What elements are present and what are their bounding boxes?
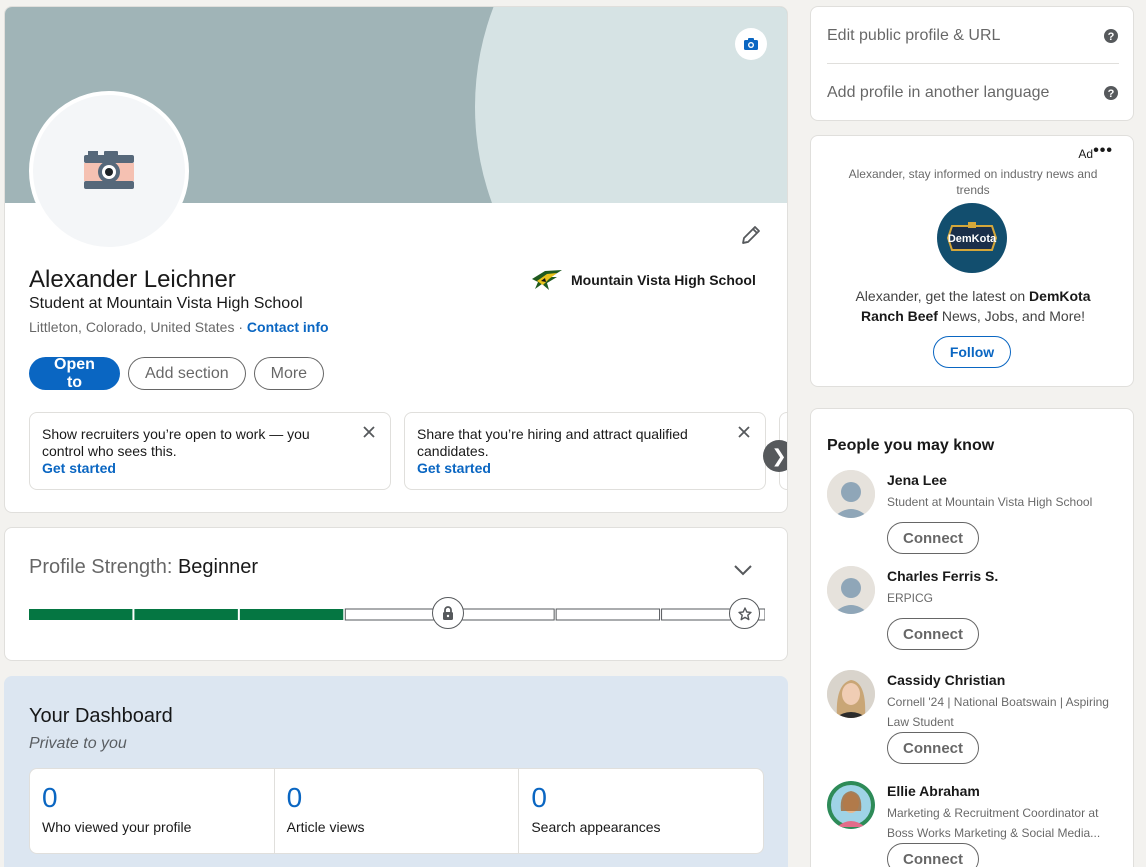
person-description: Cornell '24 | National Boatswain | Aspir…	[887, 695, 1109, 729]
connect-button[interactable]: Connect	[887, 522, 979, 554]
svg-text:?: ?	[1108, 88, 1115, 100]
help-icon[interactable]: ?	[1103, 85, 1119, 101]
dashboard-card: Your Dashboard Private to you 0 Who view…	[4, 676, 788, 867]
profile-strength-meter	[29, 608, 765, 621]
svg-text:DemKota: DemKota	[948, 233, 997, 245]
ad-body: Alexander, get the latest on DemKota Ran…	[835, 286, 1111, 326]
people-you-may-know-card: People you may know Jena Lee Student at …	[810, 408, 1134, 867]
strength-label: Profile Strength:	[29, 556, 178, 578]
strength-star-icon	[729, 598, 760, 629]
get-started-link[interactable]: Get started	[42, 460, 350, 477]
meter-segment-empty	[555, 608, 661, 621]
connect-button[interactable]: Connect	[887, 732, 979, 764]
svg-text:?: ?	[1108, 31, 1115, 43]
ad-body-tail: News, Jobs, and More!	[937, 308, 1086, 324]
add-profile-language-link[interactable]: Add profile in another language ?	[827, 65, 1119, 120]
stat-profile-views[interactable]: 0 Who viewed your profile	[30, 769, 275, 853]
edit-public-profile-link[interactable]: Edit public profile & URL ?	[827, 8, 1119, 64]
person-name[interactable]: Charles Ferris S.	[887, 568, 998, 584]
stat-value: 0	[531, 782, 547, 813]
stat-search-appearances[interactable]: 0 Search appearances	[519, 769, 763, 853]
avatar[interactable]	[827, 566, 875, 614]
stat-value: 0	[286, 782, 303, 813]
chevron-down-icon[interactable]	[733, 564, 753, 576]
contact-info-link[interactable]: Contact info	[247, 319, 329, 335]
ad-card: Ad ••• Alexander, stay informed on indus…	[810, 135, 1134, 387]
avatar[interactable]	[827, 781, 875, 829]
avatar[interactable]	[827, 470, 875, 518]
edit-intro-pencil-icon[interactable]	[739, 223, 763, 247]
meter-segment-filled	[29, 609, 133, 620]
school-logo-icon	[532, 270, 562, 290]
person-description: Student at Mountain Vista High School	[887, 495, 1093, 509]
dashboard-subtitle: Private to you	[29, 735, 127, 752]
ad-label: Ad	[1078, 147, 1093, 161]
follow-button[interactable]: Follow	[933, 336, 1011, 368]
ad-menu-icon[interactable]: •••	[1093, 142, 1113, 160]
prompt-text-lead: Share that you’re hiring	[417, 426, 562, 442]
profile-strength-title: Profile Strength: Beginner	[29, 556, 258, 579]
profile-strength-card: Profile Strength: Beginner	[4, 527, 788, 661]
open-to-button[interactable]: Open to	[29, 356, 120, 391]
person-item: Cassidy Christian Cornell '24 | National…	[827, 670, 1119, 770]
profile-location-line: Littleton, Colorado, United States · Con…	[29, 319, 329, 335]
meter-segment-empty	[450, 608, 555, 621]
profile-name: Alexander Leichner	[29, 266, 236, 293]
carousel-next-button[interactable]: ❯	[763, 440, 787, 472]
person-name[interactable]: Ellie Abraham	[887, 783, 980, 799]
stat-label: Search appearances	[531, 819, 661, 835]
school-name: Mountain Vista High School	[571, 272, 756, 288]
stat-article-views[interactable]: 0 Article views	[275, 769, 520, 853]
stat-value: 0	[42, 782, 58, 813]
more-button[interactable]: More	[253, 357, 325, 390]
link-label: Add profile in another language	[827, 84, 1050, 101]
ad-body-lead: Alexander, get the latest on	[855, 288, 1030, 304]
link-label: Edit public profile & URL	[827, 26, 1001, 44]
close-icon[interactable]	[362, 425, 376, 439]
education-school[interactable]: Mountain Vista High School	[531, 269, 756, 291]
ad-tagline: Alexander, stay informed on industry new…	[848, 167, 1098, 197]
close-icon[interactable]	[737, 425, 751, 439]
demkota-logo-icon: DemKota	[946, 222, 998, 251]
add-section-button[interactable]: Add section	[128, 357, 246, 390]
meter-segment-filled	[239, 609, 344, 620]
connect-button[interactable]: Connect	[887, 618, 979, 650]
get-started-link[interactable]: Get started	[417, 460, 725, 477]
profile-headline: Student at Mountain Vista High School	[29, 295, 303, 312]
open-to-work-prompt: Show recruiters you’re open to work — yo…	[29, 412, 391, 490]
pymk-title: People you may know	[827, 437, 995, 454]
person-name[interactable]: Cassidy Christian	[887, 672, 1005, 688]
profile-settings-card: Edit public profile & URL ? Add profile …	[810, 6, 1134, 121]
profile-location: Littleton, Colorado, United States	[29, 319, 235, 335]
person-description: Marketing & Recruitment Coordinator at B…	[887, 806, 1101, 840]
profile-actions: Open to Add section More	[29, 356, 325, 391]
profile-photo-placeholder[interactable]	[29, 91, 189, 251]
meter-segment-filled	[134, 609, 238, 620]
person-name[interactable]: Jena Lee	[887, 472, 947, 488]
strength-lock-icon	[432, 597, 464, 629]
stat-label: Article views	[286, 819, 365, 835]
edit-banner-camera-icon[interactable]	[735, 28, 767, 60]
connect-button[interactable]: Connect	[887, 843, 979, 867]
camera-icon	[84, 151, 134, 189]
prompt-text-lead: Show recruiters you’re open to work	[42, 426, 266, 442]
avatar[interactable]	[827, 670, 875, 718]
dashboard-title: Your Dashboard	[29, 705, 173, 727]
help-icon[interactable]: ?	[1103, 28, 1119, 44]
dashboard-stats: 0 Who viewed your profile 0 Article view…	[29, 768, 764, 854]
person-item: Charles Ferris S. ERPICG Connect	[827, 566, 1119, 656]
ad-company-logo[interactable]: DemKota	[937, 203, 1007, 273]
location-separator: ·	[234, 319, 247, 335]
stat-label: Who viewed your profile	[42, 819, 192, 835]
person-description: ERPICG	[887, 591, 934, 605]
strength-level: Beginner	[177, 556, 259, 578]
person-item: Ellie Abraham Marketing & Recruitment Co…	[827, 781, 1119, 867]
hiring-prompt: Share that you’re hiring and attract qua…	[404, 412, 766, 490]
profile-card: Alexander Leichner Student at Mountain V…	[4, 6, 788, 513]
person-item: Jena Lee Student at Mountain Vista High …	[827, 470, 1119, 560]
